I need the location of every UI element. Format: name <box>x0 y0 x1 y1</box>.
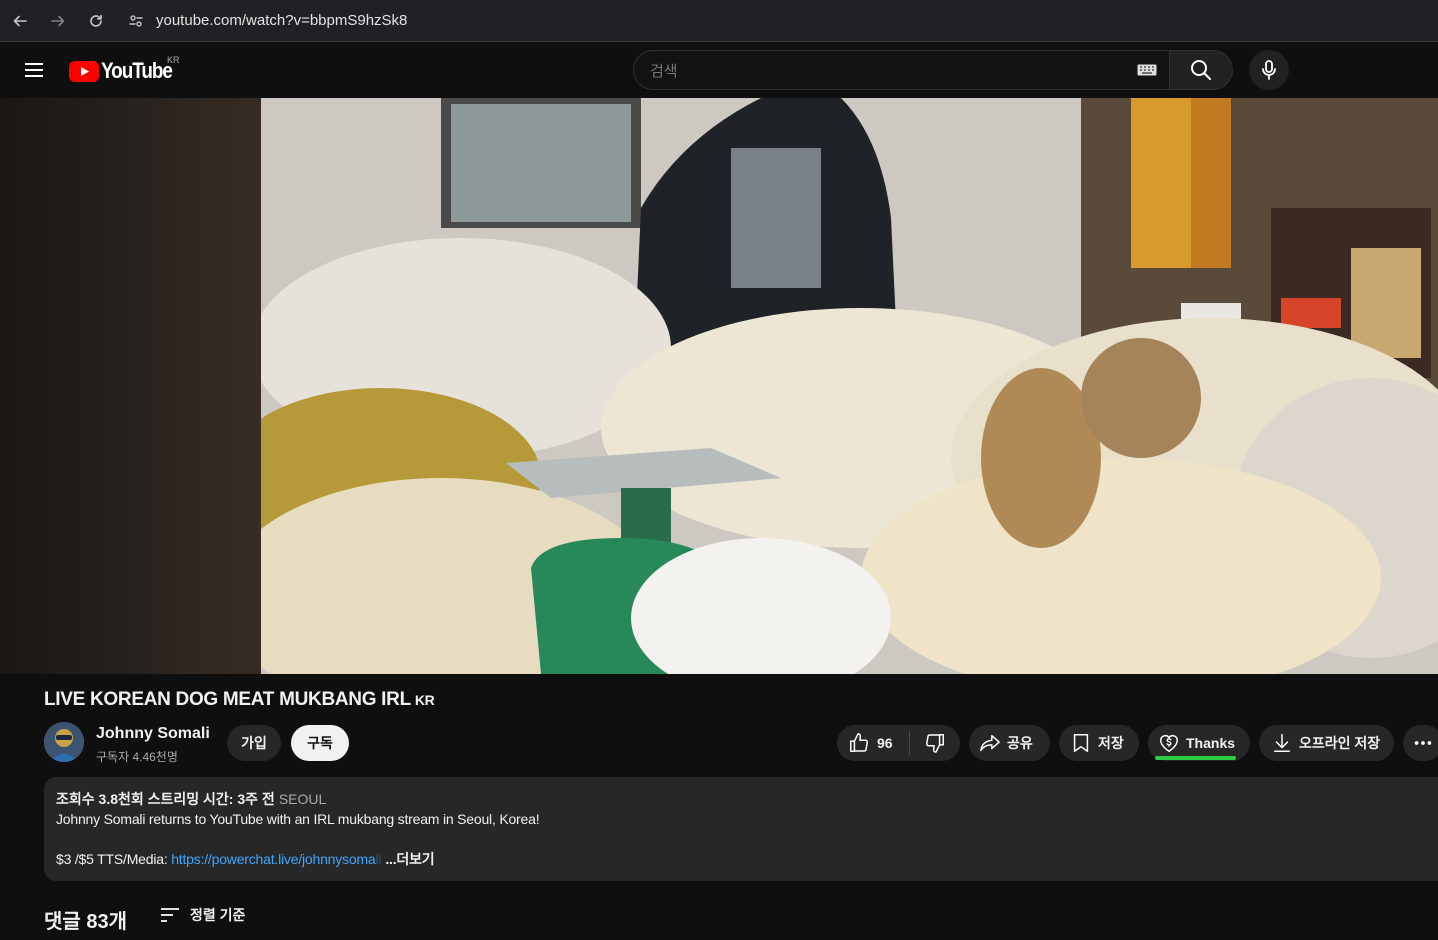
address-bar[interactable]: youtube.com/watch?v=bbpmS9hzSk8 <box>128 12 407 29</box>
download-button[interactable]: 오프라인 저장 <box>1259 725 1394 761</box>
thanks-highlight-bar <box>1155 756 1236 760</box>
more-horizontal-icon <box>1414 741 1432 745</box>
like-count: 96 <box>877 735 893 751</box>
heart-dollar-icon <box>1160 734 1178 753</box>
more-actions-button[interactable] <box>1403 725 1438 761</box>
ambient-left-panel <box>0 98 261 674</box>
view-and-date: 조회수 3.8천회 스트리밍 시간: 3주 전 <box>56 791 275 807</box>
channel-name[interactable]: Johnny Somali <box>96 725 210 743</box>
logo-country-code: KR <box>167 55 180 65</box>
join-button[interactable]: 가입 <box>227 725 281 761</box>
location-tag[interactable]: SEOUL <box>279 791 326 807</box>
avatar-image <box>44 722 84 762</box>
search-input[interactable]: 검색 <box>633 50 1170 90</box>
thanks-label: Thanks <box>1186 735 1236 751</box>
back-arrow-icon[interactable] <box>2 3 38 39</box>
subscriber-count: 구독자 4.46천명 <box>96 750 178 764</box>
voice-search-button[interactable] <box>1249 50 1289 90</box>
save-button[interactable]: 저장 <box>1059 725 1139 761</box>
show-more-link[interactable]: ...더보기 <box>385 851 434 867</box>
description-line-link: $3 /$5 TTS/Media: https://powerchat.live… <box>56 849 1426 869</box>
comments-count: 댓글 83개 <box>44 911 128 933</box>
description-line: Johnny Somali returns to YouTube with an… <box>56 811 540 827</box>
download-label: 오프라인 저장 <box>1299 735 1381 751</box>
title-flag-badge: KR <box>414 692 435 708</box>
browser-toolbar: youtube.com/watch?v=bbpmS9hzSk8 <box>0 0 1438 42</box>
powerchat-link[interactable]: https://powerchat.live/johnnysoma <box>171 851 375 867</box>
share-button[interactable]: 공유 <box>969 725 1050 761</box>
dislike-button[interactable] <box>910 725 960 761</box>
video-frame[interactable] <box>261 98 1438 674</box>
reload-icon[interactable] <box>78 3 114 39</box>
url-text[interactable]: youtube.com/watch?v=bbpmS9hzSk8 <box>156 12 407 29</box>
channel-avatar[interactable] <box>44 722 84 762</box>
subscribe-button[interactable]: 구독 <box>291 725 349 761</box>
thumbs-down-icon <box>926 734 944 753</box>
share-icon <box>980 734 1000 752</box>
youtube-play-icon <box>69 60 99 82</box>
download-icon <box>1273 734 1291 752</box>
description-box[interactable]: 조회수 3.8천회 스트리밍 시간: 3주 전 SEOUL Johnny Soma… <box>44 777 1438 881</box>
description-meta: 조회수 3.8천회 스트리밍 시간: 3주 전 SEOUL <box>56 789 1426 809</box>
share-label: 공유 <box>1007 735 1033 751</box>
search-placeholder: 검색 <box>650 62 678 80</box>
logo-text: YouTube <box>101 58 173 83</box>
keyboard-icon[interactable] <box>1137 64 1157 76</box>
forward-arrow-icon[interactable] <box>40 3 76 39</box>
search-icon <box>1191 60 1211 80</box>
microphone-icon <box>1262 60 1276 80</box>
youtube-header: YouTube KR 검색 <box>0 42 1438 98</box>
sort-icon <box>161 908 179 922</box>
link-prefix: $3 /$5 TTS/Media: <box>56 851 172 867</box>
sort-label: 정렬 기준 <box>190 907 246 923</box>
search-button[interactable] <box>1170 50 1233 90</box>
video-player[interactable] <box>0 98 1438 674</box>
save-label: 저장 <box>1098 735 1124 751</box>
hamburger-menu-icon[interactable] <box>18 56 50 84</box>
powerchat-link-fade: li <box>375 851 382 867</box>
thumbs-up-icon <box>850 733 868 752</box>
video-title-text: LIVE KOREAN DOG MEAT MUKBANG IRL <box>44 689 411 710</box>
video-still-image <box>261 98 1438 674</box>
video-title: LIVE KOREAN DOG MEAT MUKBANG IRL KR <box>44 689 435 711</box>
like-button[interactable]: 96 <box>837 725 909 761</box>
like-dislike-group: 96 <box>837 725 960 761</box>
youtube-logo[interactable]: YouTube KR <box>69 55 183 84</box>
bookmark-icon <box>1073 734 1089 752</box>
site-settings-icon[interactable] <box>128 13 144 29</box>
sort-comments-button[interactable]: 정렬 기준 <box>160 905 245 925</box>
